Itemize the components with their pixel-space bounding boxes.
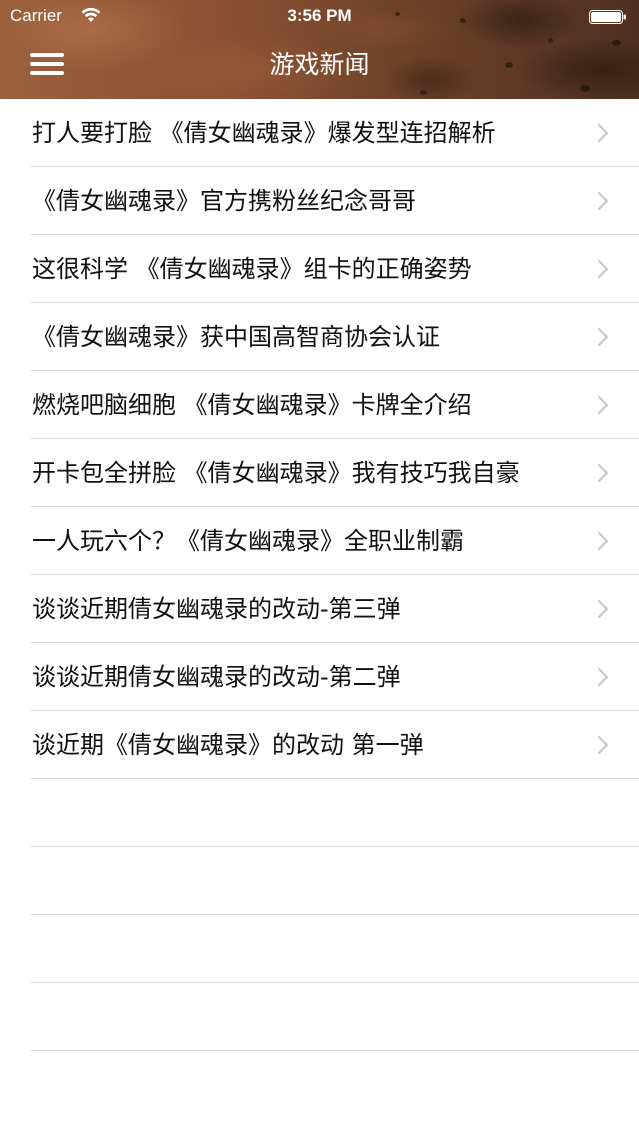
news-item-title: 打人要打脸 《倩女幽魂录》爆发型连招解析 — [32, 119, 496, 147]
chevron-right-icon — [597, 599, 609, 619]
empty-list-row — [0, 915, 639, 983]
news-list-item[interactable]: 一人玩六个？《倩女幽魂录》全职业制霸 — [0, 507, 639, 575]
news-item-title: 谈谈近期倩女幽魂录的改动-第二弹 — [32, 663, 401, 691]
news-list-item[interactable]: 谈谈近期倩女幽魂录的改动-第二弹 — [0, 643, 639, 711]
news-item-title: 一人玩六个？《倩女幽魂录》全职业制霸 — [32, 527, 464, 555]
news-list-item[interactable]: 燃烧吧脑细胞 《倩女幽魂录》卡牌全介绍 — [0, 371, 639, 439]
chevron-right-icon — [597, 667, 609, 687]
chevron-right-icon — [597, 463, 609, 483]
status-bar: Carrier 3:56 PM — [0, 0, 639, 34]
header: Carrier 3:56 PM 游戏新闻 — [0, 0, 639, 99]
empty-list-row — [0, 983, 639, 1051]
news-list-item[interactable]: 开卡包全拼脸 《倩女幽魂录》我有技巧我自豪 — [0, 439, 639, 507]
news-item-title: 开卡包全拼脸 《倩女幽魂录》我有技巧我自豪 — [32, 459, 520, 487]
battery-icon — [589, 10, 626, 24]
chevron-right-icon — [597, 531, 609, 551]
news-item-title: 这很科学 《倩女幽魂录》组卡的正确姿势 — [32, 255, 472, 283]
news-list: 打人要打脸 《倩女幽魂录》爆发型连招解析 《倩女幽魂录》官方携粉丝纪念哥哥 这很… — [0, 99, 639, 1051]
news-list-item[interactable]: 《倩女幽魂录》获中国高智商协会认证 — [0, 303, 639, 371]
chevron-right-icon — [597, 735, 609, 755]
news-list-item[interactable]: 打人要打脸 《倩女幽魂录》爆发型连招解析 — [0, 99, 639, 167]
news-list-item[interactable]: 这很科学 《倩女幽魂录》组卡的正确姿势 — [0, 235, 639, 303]
news-item-title: 燃烧吧脑细胞 《倩女幽魂录》卡牌全介绍 — [32, 391, 472, 419]
texture-speck — [612, 40, 621, 46]
news-list-item[interactable]: 谈近期《倩女幽魂录》的改动 第一弹 — [0, 711, 639, 779]
news-item-title: 谈近期《倩女幽魂录》的改动 第一弹 — [32, 731, 424, 759]
chevron-right-icon — [597, 327, 609, 347]
news-list-item[interactable]: 谈谈近期倩女幽魂录的改动-第三弹 — [0, 575, 639, 643]
empty-list-row — [0, 847, 639, 915]
chevron-right-icon — [597, 395, 609, 415]
news-item-title: 《倩女幽魂录》官方携粉丝纪念哥哥 — [32, 187, 416, 215]
empty-list-row — [0, 779, 639, 847]
news-list-item[interactable]: 《倩女幽魂录》官方携粉丝纪念哥哥 — [0, 167, 639, 235]
page-title: 游戏新闻 — [269, 50, 370, 79]
texture-speck — [548, 38, 553, 43]
news-item-title: 《倩女幽魂录》获中国高智商协会认证 — [32, 323, 440, 351]
texture-speck — [580, 85, 590, 92]
status-time: 3:56 PM — [287, 6, 352, 25]
chevron-right-icon — [597, 191, 609, 211]
texture-speck — [420, 90, 427, 95]
news-item-title: 谈谈近期倩女幽魂录的改动-第三弹 — [32, 595, 401, 623]
chevron-right-icon — [597, 259, 609, 279]
chevron-right-icon — [597, 123, 609, 143]
